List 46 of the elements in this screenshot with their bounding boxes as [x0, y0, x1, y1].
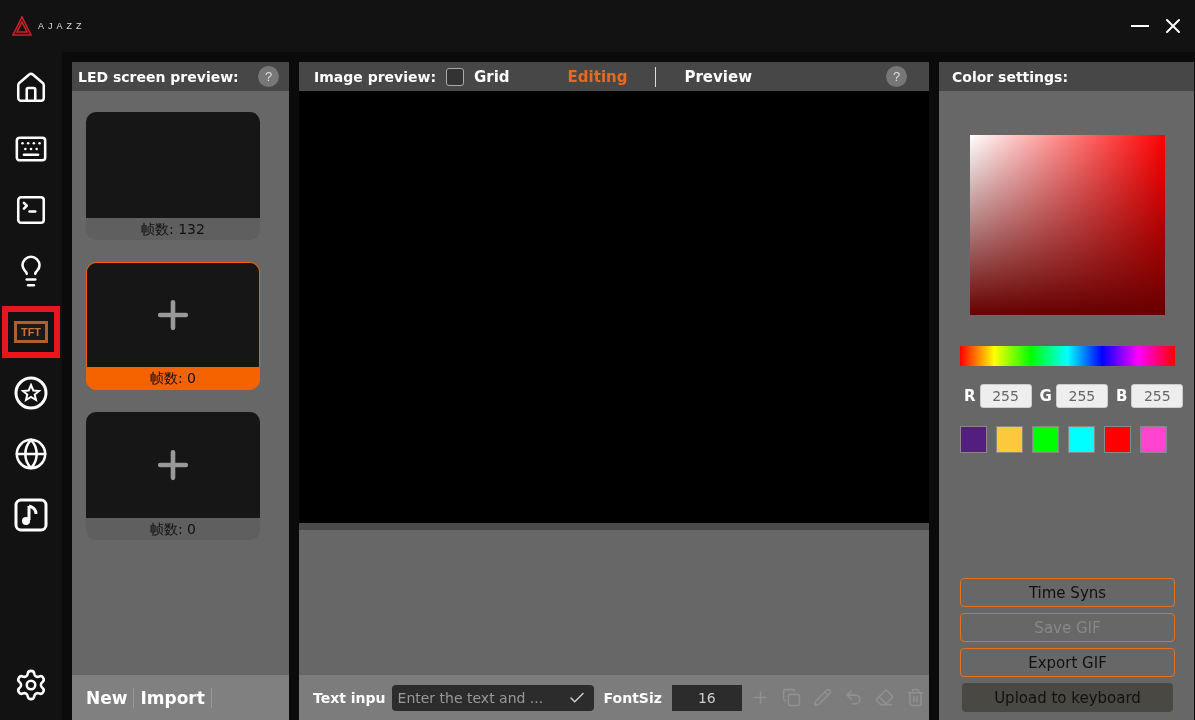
- color-picker[interactable]: [970, 135, 1165, 315]
- text-input-field[interactable]: Enter the text and ...: [391, 684, 594, 711]
- frame-count: 帧数: 0: [148, 369, 198, 388]
- logo-text: AJAZZ: [38, 21, 86, 31]
- field-label: Text inpu: [313, 689, 386, 706]
- logo-icon: [12, 16, 32, 36]
- frame-card[interactable]: 帧数: 132: [86, 112, 260, 240]
- color-swatch[interactable]: [1032, 426, 1059, 453]
- channel-field[interactable]: 255: [1131, 384, 1184, 408]
- color-swatch[interactable]: [1104, 426, 1131, 453]
- color-swatch[interactable]: [996, 426, 1023, 453]
- channel-label: B: [1115, 387, 1128, 405]
- terminal-icon: [14, 193, 48, 227]
- color-swatch[interactable]: [960, 426, 987, 453]
- minimize-icon: [1131, 25, 1149, 27]
- frame-count: 帧数: 132: [140, 220, 206, 239]
- action-link[interactable]: New: [80, 687, 135, 708]
- music-note-icon: [14, 498, 48, 532]
- frame-card[interactable]: 帧数: 0: [86, 262, 260, 390]
- color-swatch[interactable]: [1140, 426, 1167, 453]
- mode-tab[interactable]: Preview: [666, 67, 770, 86]
- settings-icon: [14, 668, 48, 702]
- font-size-field[interactable]: 16: [671, 684, 742, 711]
- action-button[interactable]: Upload to keyboard: [962, 683, 1173, 712]
- star-circle-icon: [14, 376, 48, 410]
- tft-icon: TFT: [13, 321, 49, 343]
- panel-title: Image preview:: [314, 68, 436, 85]
- color-swatch[interactable]: [1068, 426, 1095, 453]
- panel-title: Color settings:: [952, 68, 1069, 85]
- action-button[interactable]: Export GIF: [960, 648, 1175, 677]
- help-button[interactable]: ?: [886, 66, 907, 87]
- help-button[interactable]: ?: [258, 66, 279, 87]
- checkbox-label: Grid: [474, 67, 510, 86]
- frame-count: 帧数: 0: [148, 520, 198, 539]
- channel-field[interactable]: 255: [979, 384, 1032, 408]
- mode-tab[interactable]: Editing: [549, 67, 646, 86]
- field-label: FontSiz: [603, 689, 662, 706]
- channel-label: R: [964, 387, 976, 405]
- action-link[interactable]: Import: [134, 687, 212, 708]
- home-icon: [14, 71, 48, 105]
- channel-label: G: [1039, 387, 1052, 405]
- action-button[interactable]: Time Syns: [960, 578, 1175, 607]
- frame-card[interactable]: 帧数: 0: [86, 412, 260, 540]
- channel-field[interactable]: 255: [1055, 384, 1108, 408]
- grid-checkbox[interactable]: [446, 67, 464, 86]
- panel-title: LED screen preview:: [78, 68, 239, 85]
